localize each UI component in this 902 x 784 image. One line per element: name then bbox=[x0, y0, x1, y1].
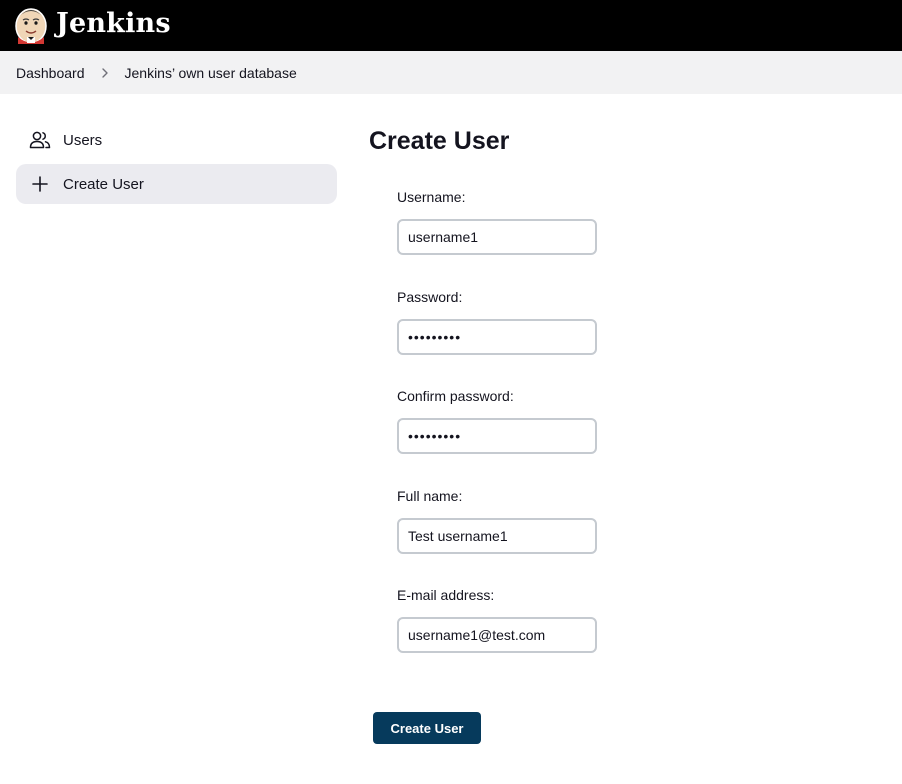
confirm-password-label: Confirm password: bbox=[397, 388, 514, 404]
jenkins-butler-logo-icon bbox=[15, 8, 47, 44]
username-input[interactable] bbox=[397, 219, 597, 255]
top-header: Jenkins bbox=[0, 0, 902, 51]
home-logo-link[interactable]: Jenkins bbox=[15, 2, 171, 46]
plus-icon bbox=[32, 176, 48, 192]
breadcrumb-user-database[interactable]: Jenkins’ own user database bbox=[125, 65, 297, 81]
chevron-right-icon bbox=[85, 67, 125, 79]
sidebar-item-users[interactable]: Users bbox=[16, 120, 337, 160]
email-label: E-mail address: bbox=[397, 587, 495, 603]
brand-name: Jenkins bbox=[56, 8, 171, 39]
password-label: Password: bbox=[397, 289, 463, 305]
full-name-input[interactable] bbox=[397, 518, 597, 554]
sidebar-item-label: Create User bbox=[63, 175, 144, 193]
page-title: Create User bbox=[369, 127, 510, 155]
full-name-label: Full name: bbox=[397, 488, 463, 504]
username-label: Username: bbox=[397, 189, 466, 205]
password-input[interactable] bbox=[397, 319, 597, 355]
breadcrumb: Dashboard Jenkins’ own user database bbox=[0, 51, 902, 94]
sidebar-item-label: Users bbox=[63, 131, 103, 149]
users-icon bbox=[29, 131, 51, 149]
email-input[interactable] bbox=[397, 617, 597, 653]
confirm-password-input[interactable] bbox=[397, 418, 597, 454]
create-user-button[interactable]: Create User bbox=[373, 712, 481, 744]
breadcrumb-dashboard[interactable]: Dashboard bbox=[16, 65, 85, 81]
sidebar-item-create-user[interactable]: Create User bbox=[16, 164, 337, 204]
